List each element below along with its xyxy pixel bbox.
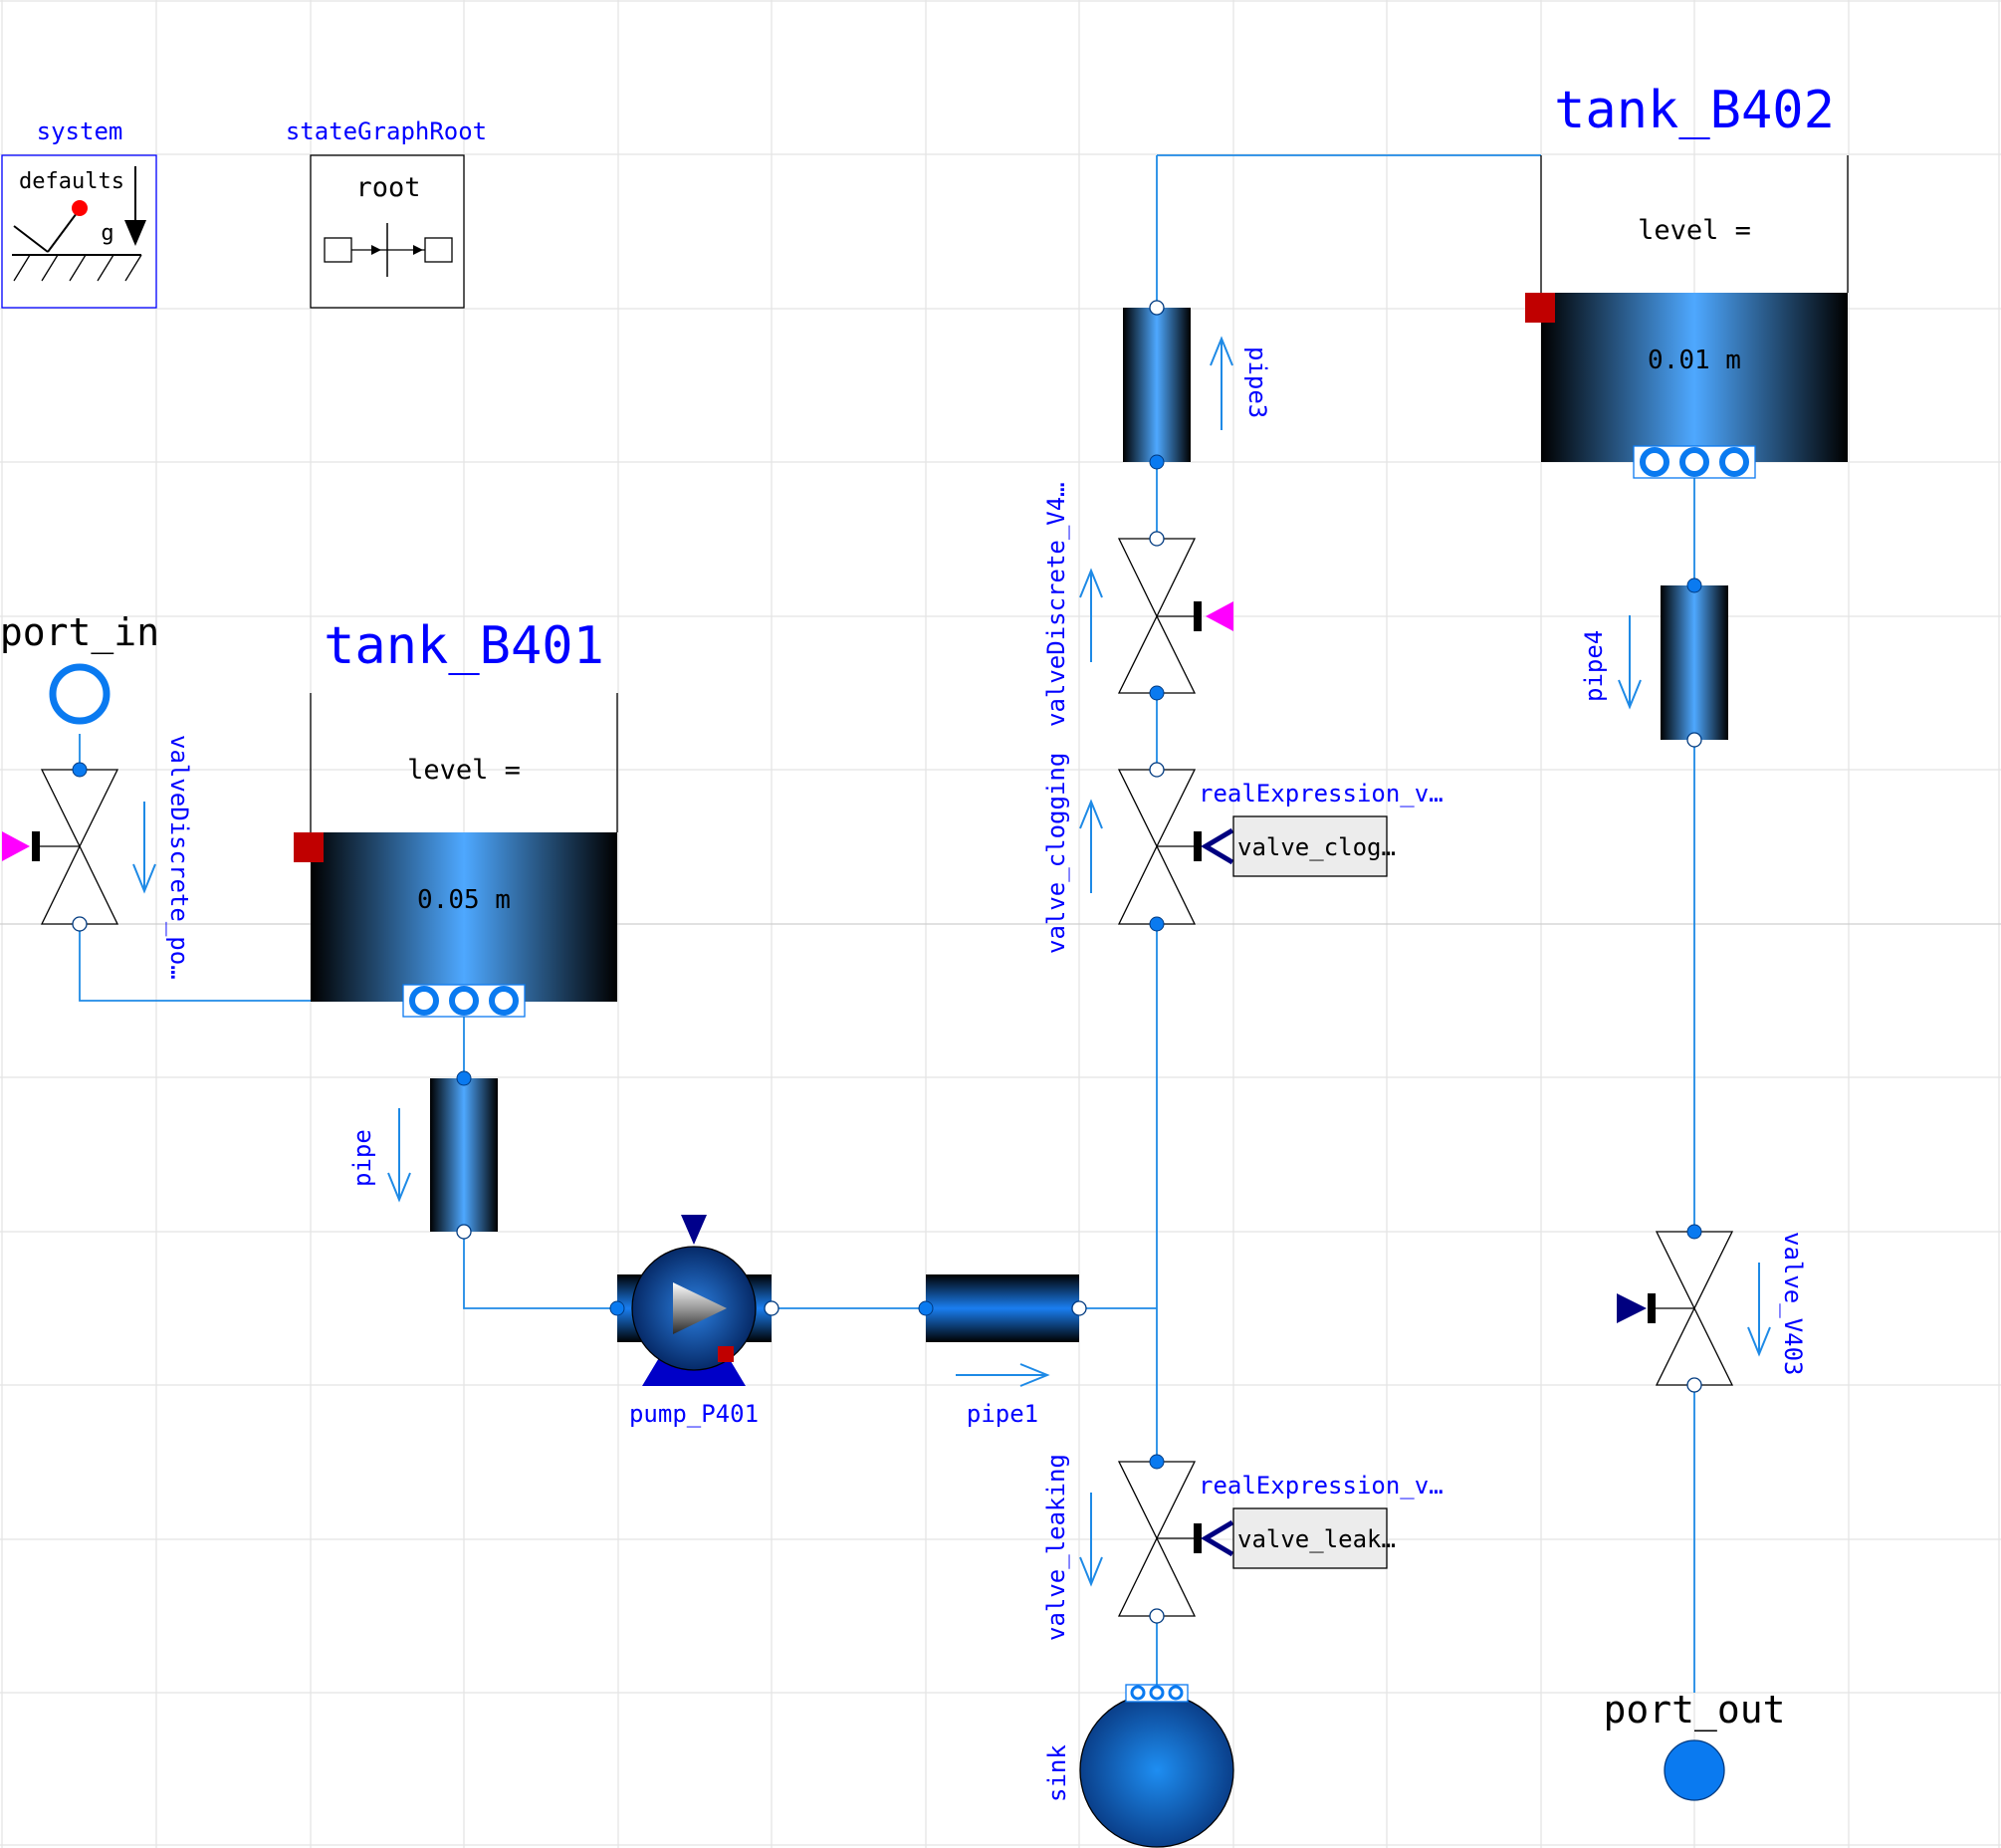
flow-arrow-down-icon: [132, 802, 156, 894]
tank-b402-level-value: 0.01 m: [1648, 346, 1741, 375]
real-input-icon: [1201, 827, 1234, 865]
system-g-label: g: [101, 221, 113, 246]
tank-b402-heat-port[interactable]: [1525, 293, 1555, 323]
flow-arrow-up-icon: [1210, 336, 1233, 430]
flow-arrow-right-icon: [956, 1363, 1050, 1387]
tank-b401-heat-port[interactable]: [294, 832, 324, 862]
real-expression-leaking-component[interactable]: realExpression_v… valve_leak…: [1199, 1472, 1444, 1569]
tank-b401-component[interactable]: tank_B401 level = 0.05 m: [294, 616, 618, 1018]
flow-arrow-up-icon: [1079, 799, 1103, 893]
real-expression-leaking-label: realExpression_v…: [1199, 1472, 1444, 1500]
pump-p401-component[interactable]: pump_P401: [609, 1215, 779, 1428]
valve-discrete-port-label: valveDiscrete_po…: [165, 735, 193, 980]
port-in-component[interactable]: port_in: [0, 610, 159, 725]
pipe-component[interactable]: pipe: [348, 1070, 498, 1240]
tank-b401-body: [311, 832, 617, 1002]
port-out-component[interactable]: port_out: [1603, 1688, 1786, 1801]
boolean-input-icon: [2, 831, 30, 861]
sink-component[interactable]: sink: [1043, 1684, 1234, 1848]
state-graph-root-label: stateGraphRoot: [286, 117, 487, 145]
valve-discrete-v4-component[interactable]: valveDiscrete_V4…: [1042, 482, 1233, 727]
real-expression-clogging-label: realExpression_v…: [1199, 780, 1444, 808]
sink-ports[interactable]: [1125, 1684, 1189, 1703]
system-label: system: [37, 117, 123, 145]
real-input-icon: [1617, 1293, 1647, 1323]
pump-speed-input-icon: [681, 1215, 707, 1245]
pipe1-label: pipe1: [967, 1400, 1038, 1428]
flow-arrow-down-icon: [1079, 1493, 1103, 1587]
real-input-icon: [1201, 1519, 1234, 1557]
valve-clogging-label: valve_clogging: [1042, 753, 1070, 954]
real-expression-leaking-value: valve_leak…: [1237, 1525, 1396, 1553]
pipe4-component[interactable]: pipe4: [1580, 578, 1728, 748]
flow-arrow-down-icon: [1747, 1263, 1771, 1357]
valve-leaking-label: valve_leaking: [1042, 1454, 1070, 1641]
background-grid: [0, 0, 2001, 1848]
valve-discrete-v4-label: valveDiscrete_V4…: [1042, 482, 1070, 727]
state-graph-root-component[interactable]: stateGraphRoot root: [286, 117, 487, 309]
pump-heat-port[interactable]: [718, 1346, 734, 1362]
port-out-label: port_out: [1603, 1688, 1785, 1732]
tank-b401-label: tank_B401: [324, 616, 604, 676]
state-graph-root-inner-label: root: [355, 172, 420, 203]
tank-b402-body: [1541, 293, 1848, 462]
port-in-circle[interactable]: [49, 663, 111, 725]
tank-b402-ports[interactable]: [1633, 445, 1756, 479]
pipe1-component[interactable]: pipe1: [918, 1274, 1087, 1428]
flow-arrow-down-icon: [1618, 615, 1642, 710]
port-out-circle[interactable]: [1664, 1739, 1725, 1801]
tank-b401-level-value: 0.05 m: [417, 885, 511, 915]
pump-p401-label: pump_P401: [629, 1400, 759, 1428]
port-in-label: port_in: [0, 610, 159, 655]
boolean-input-icon: [1206, 601, 1233, 631]
pipe4-label: pipe4: [1580, 630, 1608, 702]
pipe-label: pipe: [348, 1129, 376, 1187]
tank-b402-level-label: level =: [1638, 215, 1751, 246]
real-expression-clogging-value: valve_clog…: [1237, 833, 1396, 861]
tank-b402-component[interactable]: tank_B402 level = 0.01 m: [1525, 81, 1849, 479]
sink-label: sink: [1043, 1744, 1071, 1802]
real-expression-clogging-component[interactable]: realExpression_v… valve_clog…: [1199, 780, 1444, 877]
valve-discrete-port-component[interactable]: valveDiscrete_po…: [2, 735, 193, 980]
system-defaults-label: defaults: [19, 169, 124, 194]
modelica-diagram: system defaults g stateGraphRoot root po…: [0, 0, 2001, 1848]
pipe3-label: pipe3: [1243, 346, 1271, 418]
flow-arrow-down-icon: [387, 1108, 411, 1203]
pipe3-component[interactable]: pipe3: [1123, 300, 1271, 470]
tank-b402-label: tank_B402: [1554, 81, 1835, 140]
valve-v403-label: valve_V403: [1779, 1232, 1807, 1376]
system-component[interactable]: system defaults g: [1, 117, 157, 309]
valve-v403-component[interactable]: valve_V403: [1617, 1224, 1807, 1393]
tank-b401-level-label: level =: [407, 755, 521, 786]
tank-b401-ports[interactable]: [402, 984, 526, 1018]
